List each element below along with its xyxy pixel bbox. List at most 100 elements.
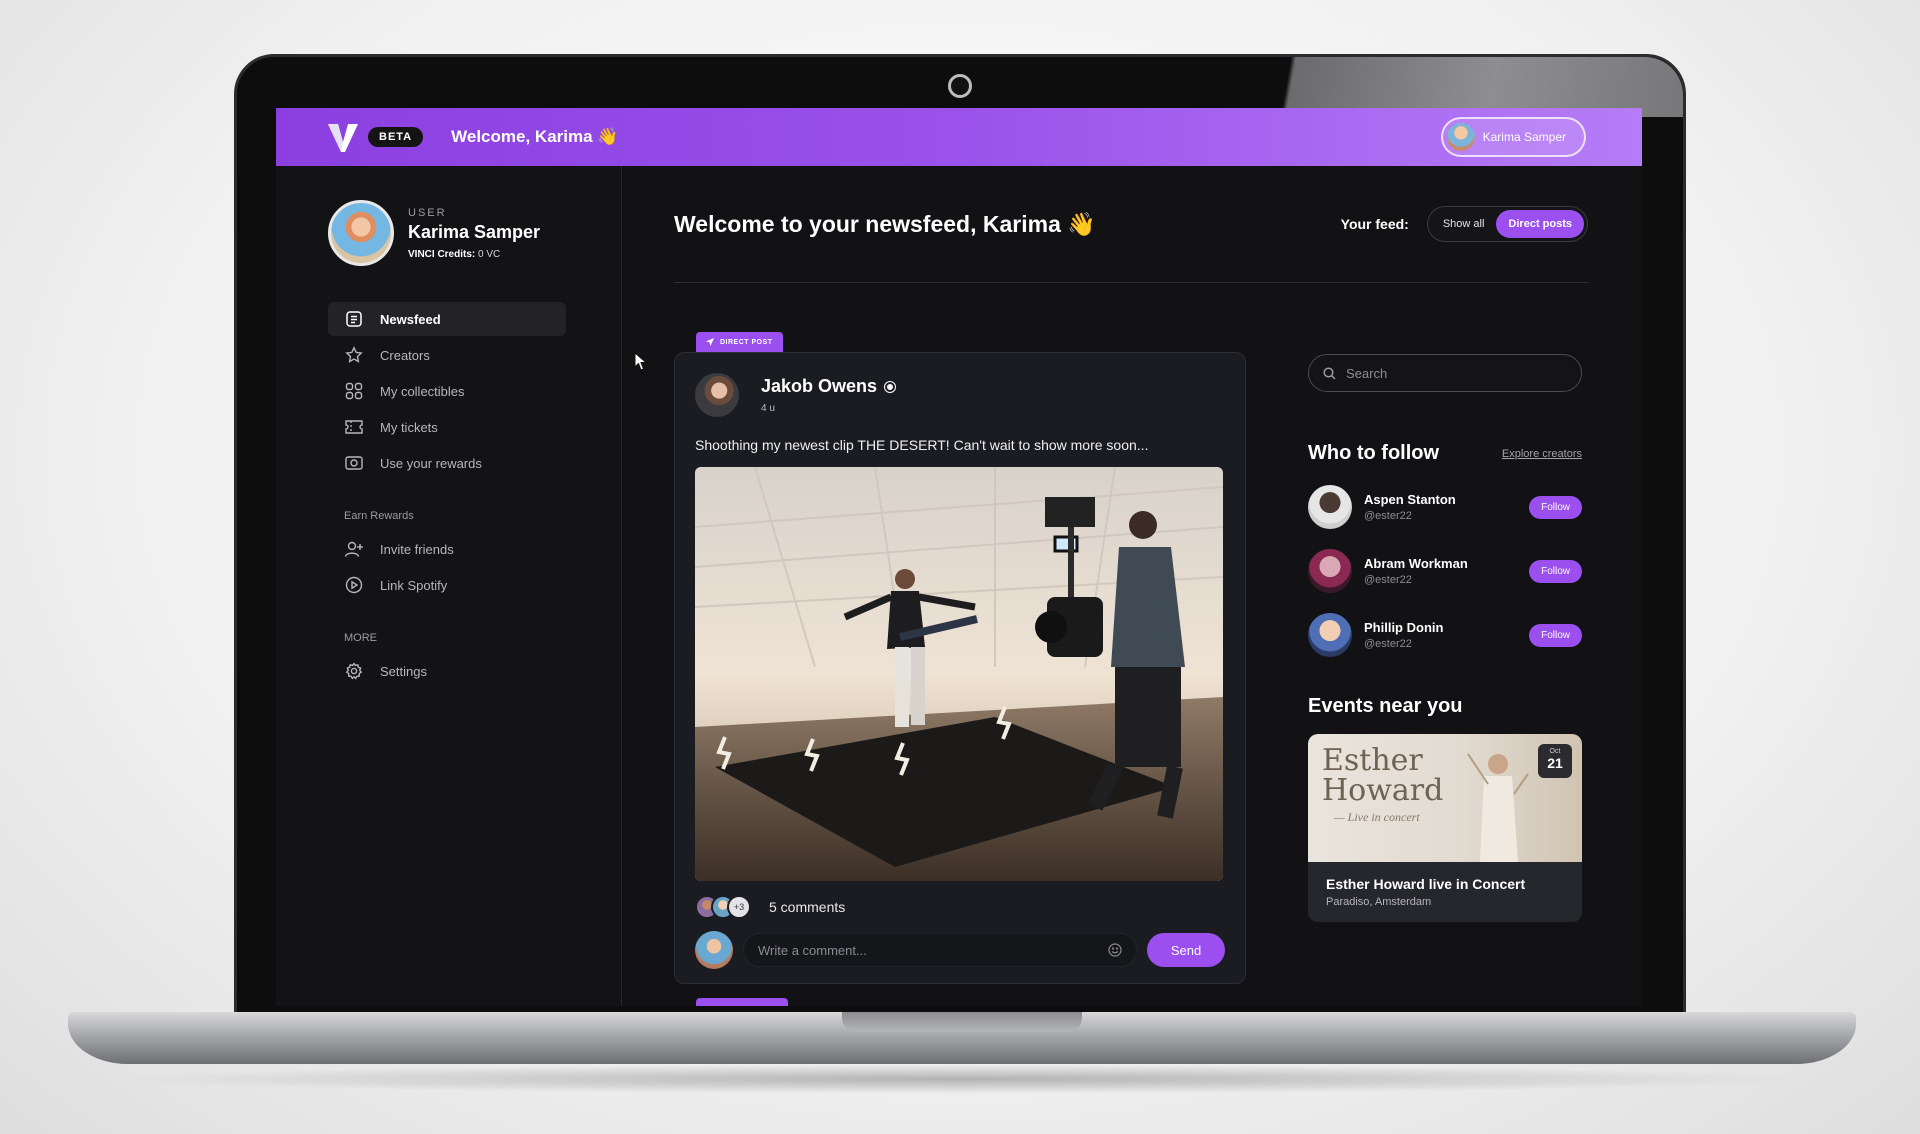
sidebar-item-tickets[interactable]: My tickets (328, 410, 566, 444)
event-performer-image (1467, 753, 1529, 862)
follow-suggestion: Phillip Donin @ester22 Follow (1308, 613, 1582, 657)
post-author: Jakob Owens 4 u (695, 373, 1225, 417)
beta-badge: BETA (368, 127, 424, 147)
sidebar-item-label: Use your rewards (380, 455, 482, 471)
welcome-message: Welcome, Karima 👋 (451, 127, 619, 146)
follow-button[interactable]: Follow (1529, 495, 1582, 519)
event-name: Esther Howard live in Concert (1326, 876, 1526, 892)
suggestion-handle: @ester22 (1364, 510, 1412, 522)
profile-card: USER Karima Samper VINCI Credits: 0 VC (328, 200, 621, 266)
event-day: 21 (1547, 755, 1563, 771)
search-input[interactable]: Search (1308, 354, 1582, 392)
main-content: Welcome to your newsfeed, Karima 👋 Your … (622, 166, 1642, 1006)
credits: VINCI Credits: 0 VC (408, 249, 540, 260)
right-panel: Search Who to follow Explore creators As… (1308, 354, 1582, 922)
sidebar-item-invite[interactable]: Invite friends (328, 532, 566, 566)
main-header: Welcome to your newsfeed, Karima 👋 Your … (674, 206, 1588, 242)
event-poster-subtitle: — Live in concert (1334, 810, 1420, 824)
suggestion-name[interactable]: Abram Workman (1364, 556, 1529, 571)
suggestion-name[interactable]: Phillip Donin (1364, 620, 1529, 635)
user-pill-name: Karima Samper (1482, 130, 1566, 144)
post-card: Jakob Owens 4 u Shoothing my newest clip… (674, 352, 1246, 984)
profile-avatar[interactable] (328, 200, 394, 266)
comments-summary[interactable]: +3 5 comments (695, 895, 1225, 919)
star-icon (344, 345, 364, 365)
post-tag-label: DIRECT POST (720, 338, 773, 346)
camera-icon (948, 74, 972, 98)
follow-suggestion: Abram Workman @ester22 Follow (1308, 549, 1582, 593)
sidebar-item-newsfeed[interactable]: Newsfeed (328, 302, 566, 336)
sidebar-item-label: Newsfeed (380, 311, 441, 327)
event-poster-title: Esther Howard (1322, 746, 1443, 806)
event-date-badge: Oct 21 (1538, 744, 1572, 778)
follow-button[interactable]: Follow (1529, 623, 1582, 647)
top-bar: BETA Welcome, Karima 👋 Karima Samper (276, 108, 1642, 166)
avatar (695, 931, 733, 969)
feed-label: Your feed: (1340, 216, 1409, 232)
sidebar-item-collectibles[interactable]: My collectibles (328, 374, 566, 408)
credits-label: VINCI Credits: (408, 248, 476, 260)
author-avatar[interactable] (695, 373, 739, 417)
sidebar-item-label: Link Spotify (380, 577, 448, 593)
feed-toggle: Show all Direct posts (1426, 206, 1588, 242)
grid-icon (344, 381, 364, 401)
comment-placeholder: Write a comment... (758, 942, 867, 958)
direct-post-tag: DIRECT POST (696, 332, 783, 352)
sidebar-item-label: Settings (380, 663, 427, 679)
reward-icon (344, 453, 364, 473)
follow-suggestion: Aspen Stanton @ester22 Follow (1308, 485, 1582, 529)
search-placeholder: Search (1346, 365, 1388, 381)
sidebar-item-label: My tickets (380, 419, 438, 435)
sidebar-item-label: Creators (380, 347, 430, 363)
author-name-text: Jakob Owens (761, 376, 878, 396)
avatar[interactable] (1308, 485, 1352, 529)
event-poster-line: Howard (1322, 773, 1444, 808)
earn-rewards-heading: Earn Rewards (344, 510, 414, 522)
post-text: Shoothing my newest clip THE DESERT! Can… (695, 437, 1149, 453)
laptop-notch (842, 1012, 1082, 1032)
sidebar-item-rewards[interactable]: Use your rewards (328, 446, 566, 480)
post-image[interactable] (695, 467, 1223, 881)
ticket-icon (344, 417, 364, 437)
profile-name: Karima Samper (408, 221, 541, 242)
search-icon (1323, 366, 1336, 380)
sidebar-item-spotify[interactable]: Link Spotify (328, 568, 566, 602)
explore-creators-link[interactable]: Explore creators (1502, 448, 1582, 460)
vinci-logo-icon[interactable] (326, 120, 360, 154)
comment-composer: Write a comment... Send (695, 931, 1225, 969)
event-card[interactable]: Esther Howard — Live in concert Oct 21 E… (1308, 734, 1582, 922)
more-heading: MORE (344, 632, 377, 644)
page-title: Welcome to your newsfeed, Karima 👋 (674, 210, 1096, 237)
direct-posts-button[interactable]: Direct posts (1496, 210, 1584, 238)
follow-button[interactable]: Follow (1529, 559, 1582, 583)
feed-filter: Your feed: Show all Direct posts (1341, 206, 1588, 242)
profile-role: USER (408, 206, 447, 219)
gear-icon (344, 661, 364, 681)
suggestion-name[interactable]: Aspen Stanton (1364, 492, 1529, 507)
emoji-icon[interactable] (1108, 943, 1122, 957)
sidebar-item-creators[interactable]: Creators (328, 338, 566, 372)
verified-icon (885, 381, 896, 392)
who-to-follow-title: Who to follow (1308, 442, 1440, 464)
event-place: Paradiso, Amsterdam (1326, 896, 1432, 908)
author-name[interactable]: Jakob Owens (761, 376, 896, 397)
post-time: 4 u (761, 403, 775, 414)
comment-input[interactable]: Write a comment... (743, 933, 1137, 967)
avatar[interactable] (1308, 613, 1352, 657)
send-arrow-icon (706, 338, 714, 346)
comments-count: 5 comments (769, 899, 846, 915)
user-menu-button[interactable]: Karima Samper (1440, 117, 1586, 157)
post-container: DIRECT POST Jakob Owens 4 u Shoothing my… (674, 332, 1246, 984)
send-button[interactable]: Send (1147, 933, 1225, 967)
event-info: Esther Howard live in Concert Paradiso, … (1308, 862, 1582, 922)
add-user-icon (344, 539, 364, 559)
commenter-avatars: +3 (695, 895, 751, 919)
sidebar-item-settings[interactable]: Settings (328, 654, 566, 688)
suggestion-handle: @ester22 (1364, 574, 1412, 586)
credits-value: 0 VC (478, 248, 501, 260)
show-all-button[interactable]: Show all (1431, 210, 1497, 238)
event-month: Oct (1549, 748, 1561, 755)
avatar[interactable] (1308, 549, 1352, 593)
header-divider (674, 282, 1588, 283)
who-to-follow-header: Who to follow Explore creators (1308, 442, 1582, 465)
